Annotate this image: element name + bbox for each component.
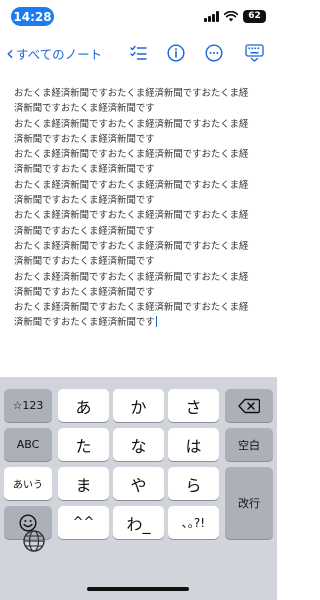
key-sa[interactable]: さ xyxy=(168,389,219,422)
back-button[interactable]: ‹ すべてのノート xyxy=(6,40,102,66)
key-ma[interactable]: ま xyxy=(58,467,109,500)
kana-key[interactable]: あいう xyxy=(4,467,52,500)
status-bar: 14:28 62 xyxy=(0,0,277,30)
note-line: おたくま経済新聞ですおたくま経済新聞ですおたくま経 xyxy=(14,271,249,283)
status-time[interactable]: 14:28 xyxy=(11,7,54,26)
keyboard-dismiss-icon[interactable] xyxy=(244,43,264,63)
key-ha[interactable]: は xyxy=(168,428,219,461)
status-indicators: 62 xyxy=(204,9,266,23)
note-line: おたくま経済新聞ですおたくま経済新聞ですおたくま経 xyxy=(14,179,249,191)
key-ka[interactable]: か xyxy=(113,389,164,422)
note-line: おたくま経済新聞ですおたくま経済新聞ですおたくま経 xyxy=(14,118,249,130)
abc-key[interactable]: ABC xyxy=(4,428,52,461)
note-line: 済新聞ですおたくま経済新聞です xyxy=(14,103,155,115)
wifi-icon xyxy=(224,10,238,21)
key-na[interactable]: な xyxy=(113,428,164,461)
symbols-key[interactable]: ☆123 xyxy=(4,389,52,422)
note-line: おたくま経済新聞ですおたくま経済新聞ですおたくま経 xyxy=(14,88,249,99)
note-line: おたくま経済新聞ですおたくま経済新聞ですおたくま経 xyxy=(14,240,249,252)
note-line: おたくま経済新聞ですおたくま経済新聞ですおたくま経 xyxy=(14,149,249,161)
key-a[interactable]: あ xyxy=(58,389,109,422)
chevron-left-icon: ‹ xyxy=(6,41,14,65)
key-ra[interactable]: ら xyxy=(168,467,219,500)
note-line: 済新聞ですおたくま経済新聞です xyxy=(14,195,155,207)
more-icon[interactable] xyxy=(204,43,224,63)
globe-icon xyxy=(23,530,45,552)
note-text-editor[interactable]: おたくま経済新聞ですおたくま経済新聞ですおたくま経 済新聞ですおたくま経済新聞です… xyxy=(14,86,272,331)
battery-indicator: 62 xyxy=(243,9,266,23)
checklist-icon[interactable] xyxy=(128,43,148,63)
return-key[interactable]: 改行 xyxy=(225,467,273,539)
note-line: おたくま経済新聞ですおたくま経済新聞ですおたくま経 xyxy=(14,302,249,314)
note-line: 済新聞ですおたくま経済新聞です xyxy=(14,133,155,145)
info-icon[interactable] xyxy=(166,43,186,63)
back-label: すべてのノート xyxy=(16,46,103,62)
note-line: おたくま経済新聞ですおたくま経済新聞ですおたくま経 xyxy=(14,210,249,222)
key-ta[interactable]: た xyxy=(58,428,109,461)
delete-key[interactable] xyxy=(225,389,273,422)
key-kaomoji[interactable]: ^^ xyxy=(58,506,109,539)
key-punctuation[interactable]: ､｡?! xyxy=(168,506,219,539)
japanese-kana-keyboard: ☆123 あ か さ ABC た な は 空白 あいう ま や ら 改行 ^^ … xyxy=(0,377,277,600)
cellular-signal-icon xyxy=(204,10,219,22)
note-line: 済新聞ですおたくま経済新聞です xyxy=(14,164,155,176)
note-line: 済新聞ですおたくま経済新聞です xyxy=(14,315,272,330)
delete-icon xyxy=(238,398,260,413)
home-indicator xyxy=(87,587,189,591)
space-key[interactable]: 空白 xyxy=(225,428,273,461)
note-line: 済新聞ですおたくま経済新聞です xyxy=(14,256,155,268)
nav-bar: ‹ すべてのノート xyxy=(0,40,277,66)
globe-key[interactable] xyxy=(22,529,46,553)
key-ya[interactable]: や xyxy=(113,467,164,500)
note-line: 済新聞ですおたくま経済新聞です xyxy=(14,286,155,298)
note-line: 済新聞ですおたくま経済新聞です xyxy=(14,225,155,237)
text-cursor xyxy=(155,316,158,328)
key-wa[interactable]: わ_ xyxy=(113,506,164,539)
